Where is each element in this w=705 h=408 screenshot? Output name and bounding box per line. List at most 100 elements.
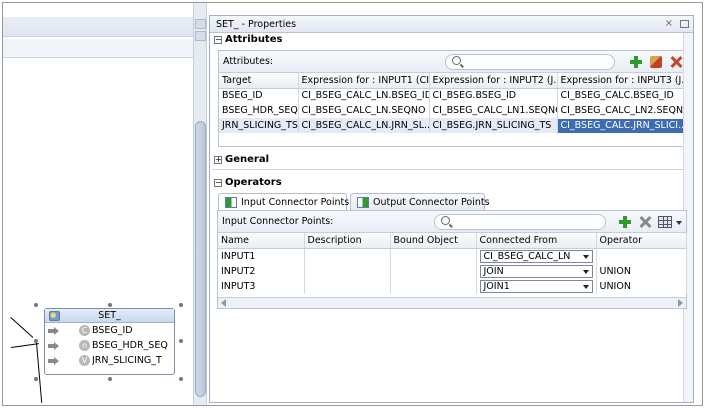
column-header[interactable]: Operator <box>596 233 687 249</box>
table-cell[interactable]: CI_BSEG_CALC_LN.SEQNO <box>298 103 430 118</box>
table-row[interactable]: INPUT1 CI_BSEG_CALC_LN <box>218 248 687 264</box>
set-operator-node[interactable]: SET_ C BSEG_ID n BSEG_HDR_SEQ V JRN_SLIC… <box>44 308 175 375</box>
column-header[interactable]: Description <box>304 233 391 249</box>
canvas-vertical-scrollbar[interactable] <box>193 3 207 405</box>
operators-section-header[interactable]: − Operators <box>210 176 684 191</box>
table-cell[interactable] <box>390 278 477 294</box>
attribute-label: BSEG_ID <box>92 325 133 336</box>
table-cell[interactable]: CI_BSEG.JRN_SLICING_TS <box>429 118 558 133</box>
table-cell[interactable]: BSEG_HDR_SEQ <box>219 103 299 118</box>
section-title: General <box>225 154 269 165</box>
scroll-right-icon[interactable] <box>678 299 683 307</box>
scroll-thumb[interactable] <box>195 121 206 397</box>
table-cell[interactable] <box>390 248 477 264</box>
connected-from-select[interactable]: JOIN1 <box>479 279 593 293</box>
connector-line[interactable] <box>10 317 34 338</box>
search-icon <box>441 216 450 225</box>
column-header[interactable]: Expression for : INPUT2 (J... <box>429 73 558 89</box>
selection-handle[interactable] <box>179 377 183 381</box>
delete-icon[interactable] <box>638 215 652 229</box>
attribute-type-icon: n <box>79 340 90 351</box>
table-row-selected[interactable]: JRN_SLICING_TS CI_BSEG_CALC_LN.JRN_SL...… <box>219 117 686 134</box>
table-cell[interactable]: CI_BSEG_CALC_LN1.SEQNO <box>429 103 558 118</box>
connected-from-select[interactable]: CI_BSEG_CALC_LN <box>479 249 593 263</box>
table-cell[interactable] <box>390 263 477 279</box>
node-attribute-row[interactable]: C BSEG_ID <box>45 323 174 338</box>
column-header[interactable]: Target <box>219 73 299 89</box>
search-icon <box>452 56 461 65</box>
horizontal-scrollbar[interactable] <box>218 297 686 308</box>
table-row[interactable]: INPUT3 JOIN1 UNION <box>218 278 687 294</box>
table-cell[interactable]: INPUT3 <box>218 278 305 294</box>
connector-points-table: Name Description Bound Object Connected … <box>218 233 687 294</box>
scroll-up-button[interactable] <box>195 19 206 29</box>
tab-output-connector-points[interactable]: Output Connector Points <box>350 193 490 211</box>
table-cell[interactable]: CI_BSEG_CALC_LN2.SEQNO <box>557 103 686 118</box>
selection-handle[interactable] <box>34 377 38 381</box>
table-cell[interactable] <box>304 248 391 264</box>
table-row[interactable]: BSEG_HDR_SEQ CI_BSEG_CALC_LN.SEQNO CI_BS… <box>219 103 686 118</box>
add-icon[interactable] <box>618 215 632 229</box>
column-header[interactable]: Name <box>218 233 305 249</box>
collapse-icon[interactable]: − <box>214 36 222 44</box>
node-attribute-row[interactable]: V JRN_SLICING_T <box>45 353 174 368</box>
node-header: SET_ <box>45 309 174 323</box>
attributes-search-input[interactable] <box>445 54 615 70</box>
table-cell[interactable]: UNION <box>596 263 687 279</box>
column-header[interactable]: Bound Object <box>390 233 477 249</box>
table-cell[interactable]: CI_BSEG_CALC_LN.JRN_SL... <box>298 118 430 133</box>
diagram-canvas[interactable]: SET_ C BSEG_ID n BSEG_HDR_SEQ V JRN_SLIC… <box>3 3 193 405</box>
selection-handle[interactable] <box>34 303 38 307</box>
selection-handle[interactable] <box>179 303 183 307</box>
chevron-down-icon[interactable] <box>582 284 589 289</box>
connector-line[interactable] <box>36 343 43 403</box>
selection-handle[interactable] <box>108 377 112 381</box>
table-cell[interactable]: UNION <box>596 278 687 294</box>
chevron-down-icon[interactable] <box>676 221 682 225</box>
close-icon[interactable]: × <box>665 18 673 29</box>
attributes-table: Target Expression for : INPUT1 (CI... Ex… <box>219 73 686 134</box>
selection-handle[interactable] <box>179 339 183 343</box>
table-cell[interactable]: INPUT1 <box>218 248 305 264</box>
node-attribute-row[interactable]: n BSEG_HDR_SEQ <box>45 338 174 353</box>
table-cell[interactable]: CI_BSEG.BSEG_ID <box>429 88 558 103</box>
collapse-icon[interactable]: − <box>214 179 222 187</box>
column-header[interactable]: Expression for : INPUT1 (CI... <box>298 73 430 89</box>
table-cell[interactable] <box>304 263 391 279</box>
table-cell: JOIN <box>476 263 597 279</box>
column-header[interactable]: Connected From <box>476 233 597 249</box>
table-cell[interactable] <box>304 278 391 294</box>
chevron-down-icon[interactable] <box>582 269 589 274</box>
add-icon[interactable] <box>629 55 643 69</box>
selection-handle[interactable] <box>34 339 38 343</box>
attributes-section-header[interactable]: − Attributes <box>210 33 693 48</box>
attribute-label: BSEG_HDR_SEQ <box>92 340 168 351</box>
connected-from-select[interactable]: JOIN <box>479 264 593 278</box>
table-cell[interactable] <box>596 248 687 264</box>
table-cell[interactable]: BSEG_ID <box>219 88 299 103</box>
input-arrow-icon <box>48 342 59 350</box>
table-view-icon[interactable] <box>658 216 672 228</box>
connector-line[interactable] <box>11 343 39 348</box>
connector-search-input[interactable] <box>434 214 606 230</box>
scroll-split-button[interactable] <box>195 31 206 41</box>
attribute-type-icon: C <box>79 325 90 336</box>
table-cell[interactable]: INPUT2 <box>218 263 305 279</box>
delete-icon[interactable] <box>669 55 683 69</box>
table-cell[interactable]: CI_BSEG_CALC.BSEG_ID <box>557 88 686 103</box>
minimize-icon[interactable] <box>680 20 689 28</box>
selection-handle[interactable] <box>108 303 112 307</box>
general-section-header[interactable]: + General <box>210 153 684 168</box>
chevron-down-icon[interactable] <box>582 254 589 259</box>
wrench-icon[interactable] <box>650 56 662 68</box>
input-arrow-icon <box>48 327 59 335</box>
column-header[interactable]: Expression for : INPUT3 (J... <box>557 73 686 89</box>
table-cell[interactable]: JRN_SLICING_TS <box>219 118 299 133</box>
table-cell-selected[interactable]: CI_BSEG_CALC.JRN_SLICI... <box>556 117 686 134</box>
table-cell[interactable]: CI_BSEG_CALC_LN.BSEG_ID <box>298 88 430 103</box>
table-row[interactable]: BSEG_ID CI_BSEG_CALC_LN.BSEG_ID CI_BSEG.… <box>219 88 686 103</box>
scroll-left-icon[interactable] <box>221 299 226 307</box>
expand-icon[interactable]: + <box>214 156 222 164</box>
select-value: CI_BSEG_CALC_LN <box>483 250 571 262</box>
table-row[interactable]: INPUT2 JOIN UNION <box>218 263 687 279</box>
